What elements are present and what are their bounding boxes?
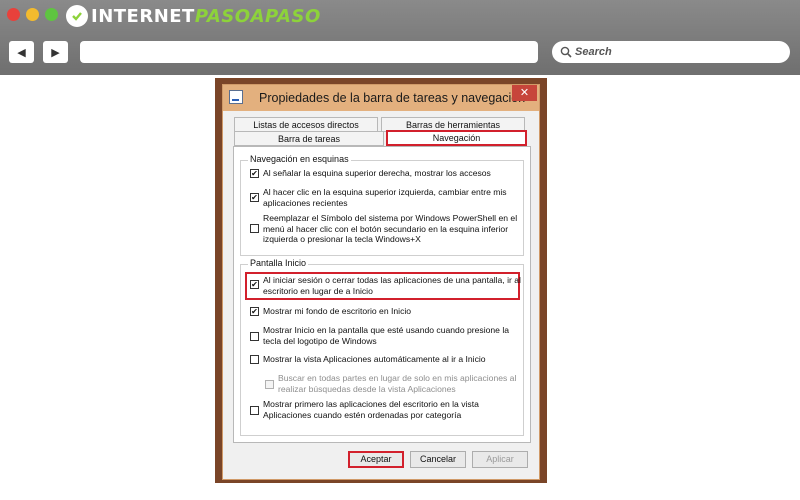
tab-listas-accesos[interactable]: Listas de accesos directos: [234, 117, 378, 132]
minimize-window-dot[interactable]: [26, 8, 39, 21]
group-label-navegacion: Navegación en esquinas: [248, 154, 351, 164]
forward-arrow-icon: ▶: [51, 46, 60, 59]
option-label: Al hacer clic en la esquina superior izq…: [263, 187, 507, 208]
taskbar-properties-dialog: Propiedades de la barra de tareas y nave…: [222, 84, 540, 480]
option-label: Mostrar la vista Aplicaciones automática…: [263, 354, 486, 364]
tab-navegacion[interactable]: Navegación: [386, 130, 527, 146]
checkbox-cambiar-recientes[interactable]: ✔: [250, 193, 259, 202]
close-window-dot[interactable]: [7, 8, 20, 21]
tab-panel: Navegación en esquinas ✔ Al señalar la e…: [233, 146, 531, 443]
taskbar-icon: [229, 90, 243, 104]
logo-text-internet: INTERNET: [91, 5, 195, 27]
option-label: Mostrar mi fondo de escritorio en Inicio: [263, 306, 412, 316]
dialog-title: Propiedades de la barra de tareas y nave…: [259, 91, 526, 105]
address-bar[interactable]: [80, 41, 538, 63]
option-label: Reemplazar el Símbolo del sistema por Wi…: [263, 213, 518, 244]
maximize-window-dot[interactable]: [45, 8, 58, 21]
site-logo[interactable]: INTERNET PASOAPASO: [66, 4, 321, 28]
option-label: Mostrar Inicio en la pantalla que esté u…: [263, 325, 510, 346]
search-icon: [560, 46, 572, 58]
checkbox-aplicaciones-escritorio[interactable]: [250, 406, 259, 415]
checkmark-icon: ✔: [251, 169, 258, 178]
checkbox-fondo-escritorio[interactable]: ✔: [250, 307, 259, 316]
checkbox-mostrar-accesos[interactable]: ✔: [250, 169, 259, 178]
group-label-pantalla-inicio: Pantalla Inicio: [248, 258, 309, 268]
checkbox-vista-aplicaciones[interactable]: [250, 355, 259, 364]
search-placeholder: Search: [575, 46, 612, 58]
apply-button[interactable]: Aplicar: [472, 451, 528, 468]
option-label: Al iniciar sesión o cerrar todas las apl…: [263, 275, 521, 296]
checkbox-inicio-pantalla[interactable]: [250, 332, 259, 341]
option-label: Mostrar primero las aplicaciones del esc…: [263, 399, 479, 420]
back-button[interactable]: ◀: [9, 41, 34, 63]
checkmark-icon: ✔: [251, 280, 258, 289]
accept-button[interactable]: Aceptar: [348, 451, 404, 468]
option-label-disabled: Buscar en todas partes en lugar de solo …: [278, 373, 517, 394]
logo-text-pasoapaso: PASOAPASO: [194, 5, 321, 27]
close-button[interactable]: ✕: [512, 85, 537, 101]
search-input[interactable]: Search: [552, 41, 790, 63]
checkbox-ir-escritorio[interactable]: ✔: [250, 280, 259, 289]
checkbox-buscar-todas-partes: [265, 380, 274, 389]
cancel-button[interactable]: Cancelar: [410, 451, 466, 468]
option-label: Al señalar la esquina superior derecha, …: [263, 168, 491, 178]
forward-button[interactable]: ▶: [43, 41, 68, 63]
back-arrow-icon: ◀: [17, 46, 26, 59]
checkmark-icon: ✔: [251, 193, 258, 202]
checkbox-powershell[interactable]: [250, 224, 259, 233]
checkmark-icon: ✔: [251, 307, 258, 316]
logo-icon: [66, 5, 88, 27]
tab-barra-tareas[interactable]: Barra de tareas: [234, 131, 384, 146]
title-bar: Propiedades de la barra de tareas y nave…: [223, 85, 539, 111]
browser-chrome: INTERNET PASOAPASO ◀ ▶ Search: [0, 0, 800, 75]
